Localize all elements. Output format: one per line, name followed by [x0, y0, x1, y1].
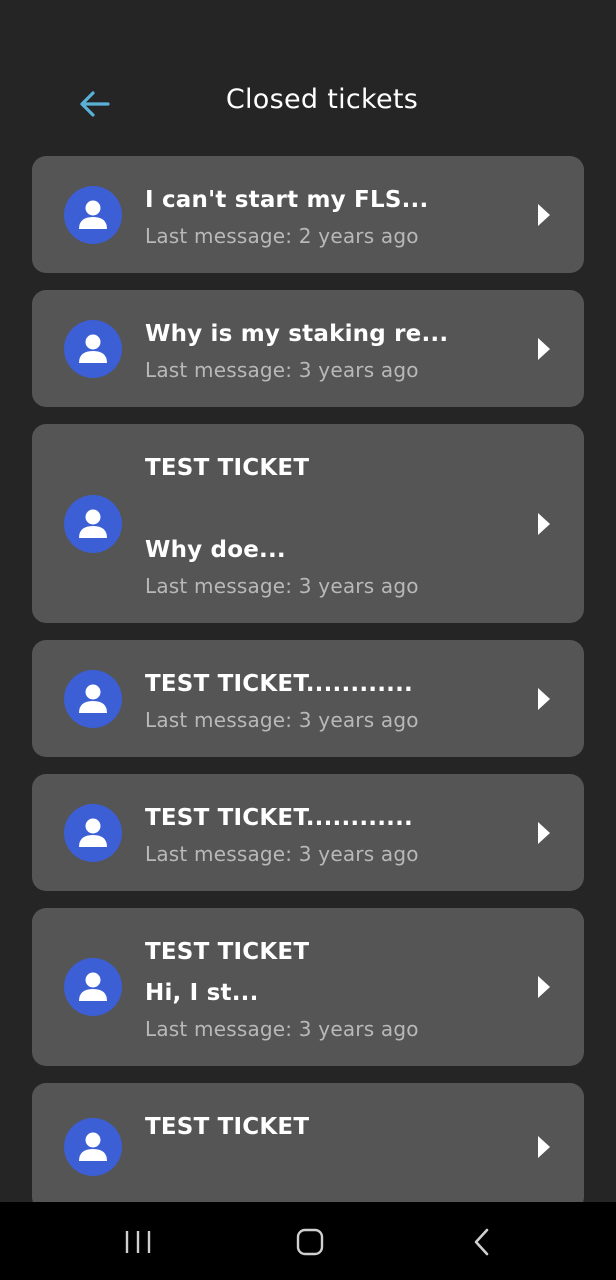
ticket-card[interactable]: Why is my staking re... Last message: 3 … [32, 290, 584, 407]
ticket-subject: TEST TICKET............ [145, 671, 413, 697]
chevron-right-icon [538, 203, 550, 226]
ticket-subject: TEST TICKET Why doe... [145, 455, 310, 563]
chevron-right-icon [538, 821, 550, 844]
avatar [64, 319, 122, 378]
ticket-subject: TEST TICKET............ [145, 805, 413, 831]
home-button[interactable] [280, 1220, 340, 1264]
ticket-last-message: Last message: 2 years ago [145, 224, 419, 248]
ticket-card[interactable]: TEST TICKET............ Last message: 3 … [32, 774, 584, 891]
ticket-card[interactable]: TEST TICKET [32, 1083, 584, 1202]
recents-icon [125, 1231, 151, 1253]
ticket-card[interactable]: TEST TICKET Why doe... Last message: 3 y… [32, 424, 584, 623]
ticket-last-message: Last message: 3 years ago [145, 708, 419, 732]
avatar [64, 185, 122, 244]
avatar [64, 1118, 122, 1176]
user-icon [79, 334, 107, 363]
ticket-last-message: Last message: 3 years ago [145, 1017, 419, 1041]
avatar [64, 803, 122, 862]
home-icon [296, 1228, 324, 1256]
ticket-card[interactable]: TEST TICKET............ Last message: 3 … [32, 640, 584, 757]
user-icon [79, 684, 107, 713]
user-icon [79, 1132, 107, 1161]
ticket-card[interactable]: TEST TICKET Hi, I st... Last message: 3 … [32, 908, 584, 1066]
system-navigation-bar [0, 1202, 616, 1280]
ticket-last-message: Last message: 3 years ago [145, 842, 419, 866]
ticket-list: I can't start my FLS... Last message: 2 … [32, 156, 584, 1202]
chevron-right-icon [538, 687, 550, 710]
chevron-right-icon [538, 512, 550, 535]
avatar [64, 958, 122, 1016]
ticket-last-message: Last message: 3 years ago [145, 574, 419, 598]
user-icon [79, 818, 107, 847]
chevron-right-icon [538, 976, 550, 998]
ticket-subject: TEST TICKET Hi, I st... [145, 939, 310, 1006]
back-chevron-icon [474, 1228, 489, 1256]
ticket-subject: I can't start my FLS... [145, 187, 429, 213]
chevron-right-icon [538, 337, 550, 360]
chevron-right-icon [538, 1136, 550, 1158]
header: Closed tickets [0, 62, 616, 142]
avatar [64, 494, 122, 553]
ticket-subject: TEST TICKET [145, 1114, 310, 1140]
avatar [64, 669, 122, 728]
recents-button[interactable] [108, 1220, 168, 1264]
ticket-card[interactable]: I can't start my FLS... Last message: 2 … [32, 156, 584, 273]
ticket-last-message: Last message: 3 years ago [145, 358, 419, 382]
user-icon [79, 200, 107, 229]
user-icon [79, 509, 107, 538]
user-icon [79, 972, 107, 1001]
system-back-button[interactable] [452, 1220, 512, 1264]
closed-tickets-screen: Closed tickets I can't start my FLS... L… [0, 0, 616, 1280]
page-title: Closed tickets [225, 84, 419, 115]
ticket-subject: Why is my staking re... [145, 321, 449, 347]
